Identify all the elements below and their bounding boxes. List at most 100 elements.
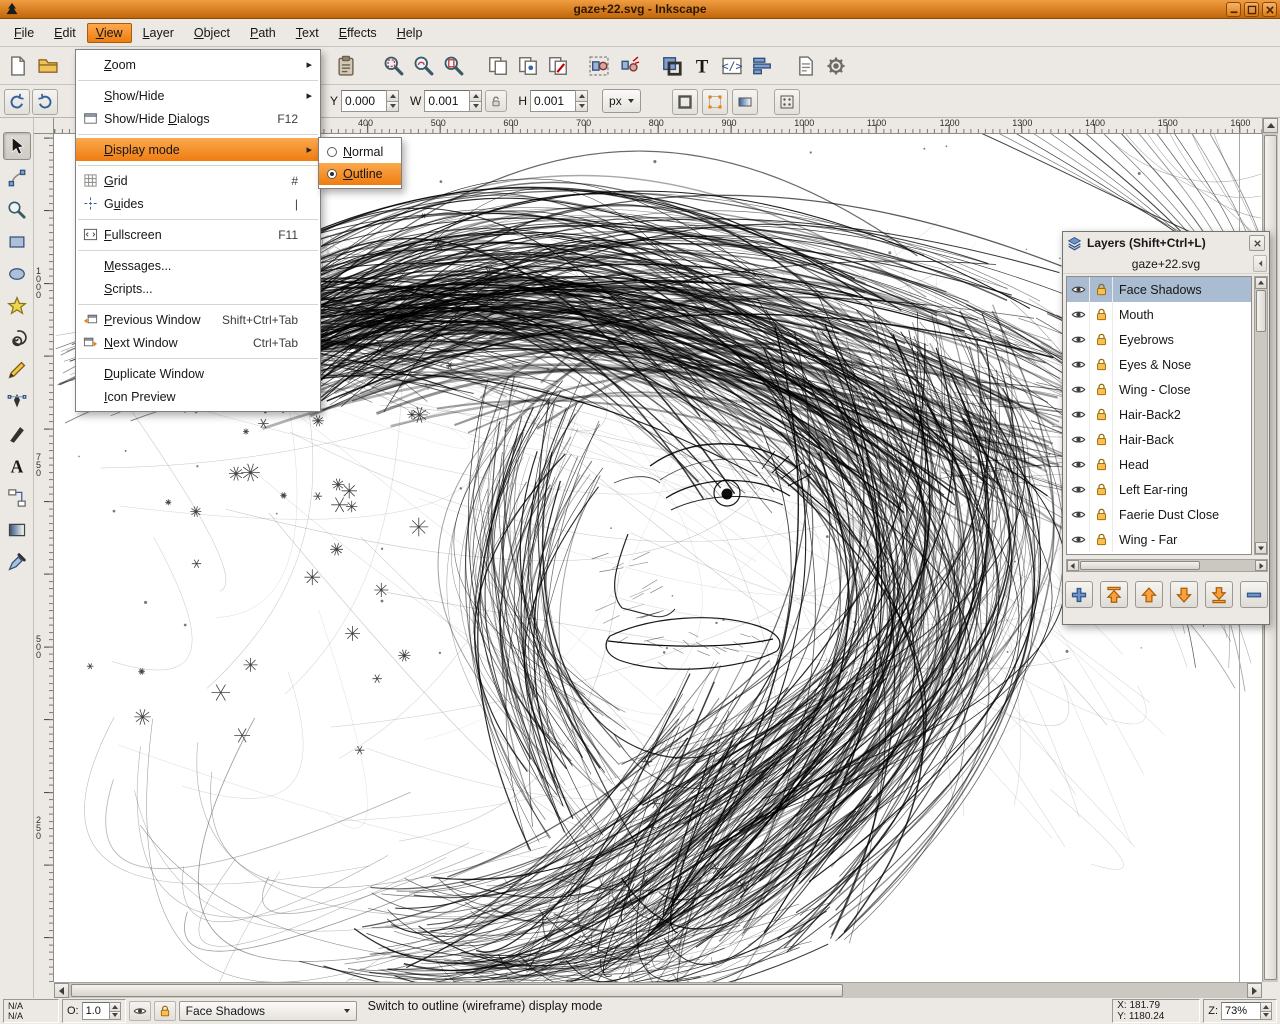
horizontal-scrollbar[interactable]: [54, 982, 1262, 998]
group-button[interactable]: [585, 52, 613, 80]
menu-item-outline[interactable]: Outline: [319, 163, 401, 185]
zoom-steppers[interactable]: [1260, 1002, 1272, 1020]
align-dialog-button[interactable]: [748, 52, 776, 80]
layer-list-hscrollbar[interactable]: [1066, 559, 1268, 572]
menu-edit[interactable]: Edit: [45, 23, 85, 43]
pencil-tool[interactable]: [3, 356, 31, 384]
add-layer-button[interactable]: [1065, 581, 1093, 608]
text-tool[interactable]: A: [3, 452, 31, 480]
maximize-button[interactable]: [1244, 2, 1259, 17]
layer-lock-toggle[interactable]: [1090, 277, 1113, 302]
layer-row[interactable]: Wing - Far: [1067, 527, 1251, 552]
layer-visibility-toggle[interactable]: [1067, 477, 1090, 502]
layer-visibility-toggle[interactable]: [1067, 452, 1090, 477]
lock-ratio-toggle[interactable]: [485, 90, 507, 112]
scroll-right-icon[interactable]: [1255, 560, 1267, 571]
affect-corners-toggle[interactable]: [702, 89, 728, 115]
menu-item-scripts[interactable]: Scripts...: [76, 277, 320, 300]
layer-visibility-toggle[interactable]: [1067, 402, 1090, 427]
layer-lock-toggle[interactable]: [1090, 427, 1113, 452]
affect-stroke-toggle[interactable]: [672, 89, 698, 115]
scroll-up-icon[interactable]: [1263, 118, 1278, 133]
menu-path[interactable]: Path: [241, 23, 285, 43]
scroll-down-icon[interactable]: [1255, 542, 1267, 554]
menu-item-duplicate-window[interactable]: Duplicate Window: [76, 362, 320, 385]
layer-lock-toggle[interactable]: [1090, 352, 1113, 377]
node-tool[interactable]: [3, 164, 31, 192]
layer-row[interactable]: Left Ear-ring: [1067, 477, 1251, 502]
menu-item-zoom[interactable]: Zoom▸: [76, 53, 320, 76]
layer-visibility-toggle[interactable]: [1067, 502, 1090, 527]
zoom-page-button[interactable]: [440, 52, 468, 80]
layer-row[interactable]: Head: [1067, 452, 1251, 477]
pen-tool[interactable]: [3, 388, 31, 416]
layer-lock-toggle[interactable]: [1090, 527, 1113, 552]
rotate-ccw-button[interactable]: [4, 89, 30, 115]
layer-row[interactable]: Mouth: [1067, 302, 1251, 327]
scrollbar-thumb[interactable]: [1080, 561, 1200, 570]
xml-editor-button[interactable]: </>: [718, 52, 746, 80]
close-icon[interactable]: [1249, 235, 1265, 251]
duplicate-button[interactable]: [484, 52, 512, 80]
delete-layer-button[interactable]: [1240, 581, 1268, 608]
ellipse-tool[interactable]: [3, 260, 31, 288]
layer-row[interactable]: Wing - Close: [1067, 377, 1251, 402]
menu-text[interactable]: Text: [287, 23, 328, 43]
menu-item-messages[interactable]: Messages...: [76, 254, 320, 277]
menu-item-previous-window[interactable]: Previous WindowShift+Ctrl+Tab: [76, 308, 320, 331]
unlink-clone-button[interactable]: [544, 52, 572, 80]
layer-row[interactable]: Eyes & Nose: [1067, 352, 1251, 377]
document-properties-button[interactable]: [792, 52, 820, 80]
affect-gradient-toggle[interactable]: [732, 89, 758, 115]
raise-layer-to-top-button[interactable]: [1100, 581, 1128, 608]
layer-visibility-toggle[interactable]: [1067, 352, 1090, 377]
layer-list-scrollbar[interactable]: [1254, 276, 1268, 555]
layer-visibility-toggle[interactable]: [129, 1001, 151, 1021]
w-input[interactable]: [424, 90, 470, 112]
connector-tool[interactable]: [3, 484, 31, 512]
paste-button[interactable]: [332, 52, 360, 80]
layer-visibility-toggle[interactable]: [1067, 302, 1090, 327]
menu-object[interactable]: Object: [185, 23, 239, 43]
close-button[interactable]: [1262, 2, 1277, 17]
opacity-steppers[interactable]: [109, 1002, 121, 1020]
layer-row[interactable]: Hair-Back2: [1067, 402, 1251, 427]
gradient-tool[interactable]: [3, 516, 31, 544]
menu-item-fullscreen[interactable]: FullscreenF11: [76, 223, 320, 246]
zoom-drawing-button[interactable]: [410, 52, 438, 80]
star-tool[interactable]: [3, 292, 31, 320]
menu-help[interactable]: Help: [388, 23, 432, 43]
zoom-selection-button[interactable]: [380, 52, 408, 80]
lower-layer-to-bottom-button[interactable]: [1205, 581, 1233, 608]
minimize-button[interactable]: [1226, 2, 1241, 17]
menu-item-icon-preview[interactable]: Icon Preview: [76, 385, 320, 408]
layer-lock-toggle[interactable]: [1090, 302, 1113, 327]
layer-row[interactable]: Hair-Back: [1067, 427, 1251, 452]
opacity-input[interactable]: [82, 1002, 110, 1020]
menu-effects[interactable]: Effects: [330, 23, 386, 43]
scrollbar-thumb[interactable]: [71, 984, 843, 997]
collapse-button[interactable]: [1253, 255, 1267, 272]
menu-item-guides[interactable]: Guides|: [76, 192, 320, 215]
layer-lock-toggle[interactable]: [1090, 402, 1113, 427]
lower-layer-button[interactable]: [1170, 581, 1198, 608]
fill-stroke-dialog-button[interactable]: [658, 52, 686, 80]
menu-item-next-window[interactable]: Next WindowCtrl+Tab: [76, 331, 320, 354]
rotate-cw-button[interactable]: [32, 89, 58, 115]
scroll-left-icon[interactable]: [1067, 560, 1079, 571]
raise-layer-button[interactable]: [1135, 581, 1163, 608]
layer-visibility-toggle[interactable]: [1067, 527, 1090, 552]
scroll-up-icon[interactable]: [1255, 277, 1267, 289]
menu-item-grid[interactable]: Grid#: [76, 169, 320, 192]
layer-lock-toggle[interactable]: [154, 1001, 176, 1021]
w-steppers[interactable]: [469, 90, 482, 112]
layers-dialog-titlebar[interactable]: Layers (Shift+Ctrl+L): [1063, 232, 1269, 254]
ungroup-button[interactable]: [615, 52, 643, 80]
dropper-tool[interactable]: [3, 548, 31, 576]
units-combo[interactable]: px: [602, 89, 641, 113]
h-input[interactable]: [530, 90, 576, 112]
spiral-tool[interactable]: [3, 324, 31, 352]
calligraphy-tool[interactable]: [3, 420, 31, 448]
layer-row[interactable]: Faerie Dust Close: [1067, 502, 1251, 527]
layer-visibility-toggle[interactable]: [1067, 327, 1090, 352]
